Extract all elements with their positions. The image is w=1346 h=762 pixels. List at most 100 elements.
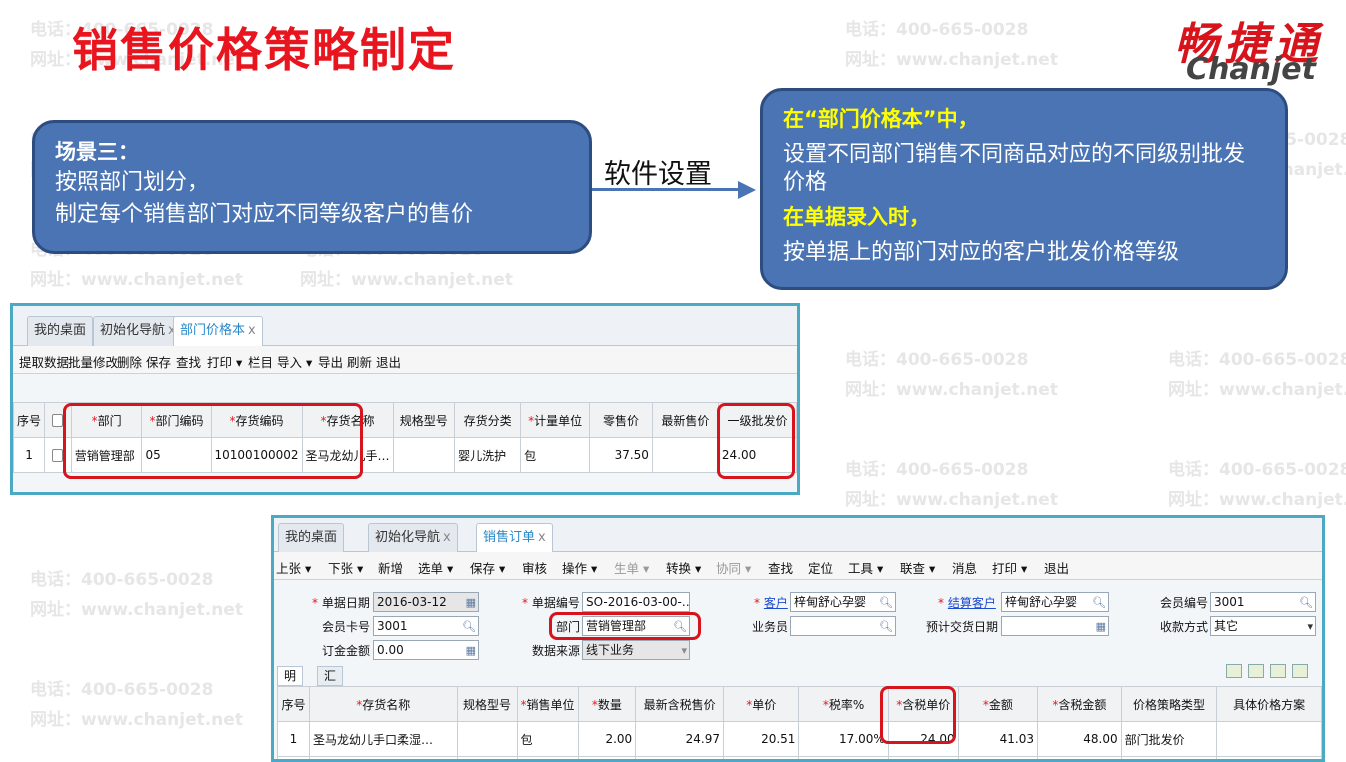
cell-price[interactable]: 20.51 — [723, 721, 800, 757]
calendar-icon[interactable]: ▦ — [466, 594, 476, 611]
search-icon[interactable]: 🔍︎ — [1092, 594, 1106, 611]
copy-icon[interactable] — [1226, 664, 1242, 678]
toolbar-select-button[interactable]: 选单 ▾ — [418, 558, 453, 577]
chevron-down-icon[interactable]: ▾ — [681, 642, 687, 659]
toolbar-message-button[interactable]: 消息 — [952, 558, 977, 577]
cell-inv-name[interactable]: 圣马龙幼儿手口柔湿… — [308, 721, 458, 757]
toolbar-save-button[interactable]: 保存 — [146, 352, 171, 371]
toolbar-save-button[interactable]: 保存 ▾ — [470, 558, 505, 577]
source-select[interactable]: 线下业务 ▾ — [582, 640, 690, 660]
watermark: 电话：400-665-0028网址：www.chanjet.net — [30, 570, 243, 620]
close-icon[interactable]: x — [443, 530, 451, 545]
customer-label[interactable]: * 客户 — [754, 594, 788, 611]
member-card-field[interactable]: 3001 🔍︎ — [373, 616, 479, 636]
tab-summary[interactable]: 汇总 — [317, 666, 344, 701]
slide-title: 销售价格策略制定 — [72, 23, 456, 77]
table-row[interactable]: 1 圣马龙幼儿手口柔湿… 包 2.00 24.97 20.51 17.00% 2… — [277, 721, 1322, 757]
toolbar-refresh-button[interactable]: 刷新 — [347, 352, 372, 371]
search-icon[interactable]: 🔍︎ — [1299, 594, 1313, 611]
watermark: 电话：400-665-0028网址：www.chanjet.net — [845, 350, 1058, 400]
search-icon[interactable]: 🔍︎ — [879, 618, 893, 635]
tab-init-nav[interactable]: 初始化导航 x — [93, 316, 183, 346]
chevron-down-icon[interactable]: ▾ — [1307, 618, 1313, 635]
paste-icon[interactable] — [1248, 664, 1264, 678]
tab-dept-price-book[interactable]: 部门价格本 x — [173, 316, 263, 347]
tab-sales-order[interactable]: 销售订单 x — [476, 523, 553, 553]
delivery-date-field[interactable]: ▦ — [1001, 616, 1109, 636]
scenario-line-1: 按照部门划分， — [55, 170, 210, 195]
toolbar-print-button[interactable]: 打印 ▾ — [207, 352, 242, 371]
toolbar-collab-button[interactable]: 协同 ▾ — [716, 558, 751, 577]
payment-select[interactable]: 其它 ▾ — [1210, 616, 1316, 636]
toolbar-inquiry-button[interactable]: 联查 ▾ — [900, 558, 935, 577]
toolbar-find-button[interactable]: 查找 — [176, 352, 201, 371]
toolbar-exit-button[interactable]: 退出 — [376, 352, 401, 371]
close-icon[interactable]: x — [248, 323, 256, 338]
table-row[interactable]: 2 — [277, 756, 1322, 759]
cell-unit[interactable]: 包 — [520, 437, 591, 473]
toolbar-batch-edit-button[interactable]: 批量修改 — [68, 352, 118, 371]
search-icon[interactable]: 🔍︎ — [462, 618, 476, 635]
col-category: 存货分类 — [454, 402, 522, 438]
col-price: *单价 — [723, 686, 800, 722]
cell-qty[interactable]: 2.00 — [577, 721, 637, 757]
cell-retail[interactable]: 37.50 — [589, 437, 653, 473]
settings-icon[interactable] — [1292, 664, 1308, 678]
toolbar-print-button[interactable]: 打印 ▾ — [992, 558, 1027, 577]
cell-latest-tax-price[interactable]: 24.97 — [635, 721, 725, 757]
toolbar-next-button[interactable]: 下张 ▾ — [328, 558, 363, 577]
watermark: 电话：400-665-0028网址：www.chanjet.net — [30, 680, 243, 730]
date-label: * 单据日期 — [312, 596, 370, 610]
cell-spec[interactable] — [456, 721, 518, 757]
toolbar-extract-button[interactable]: 提取数据 — [19, 352, 69, 371]
tab-init-nav[interactable]: 初始化导航 x — [368, 523, 458, 552]
scenario-bubble: 场景三： 按照部门划分， 制定每个销售部门对应不同等级客户的售价 — [32, 120, 592, 254]
cell-tax-rate[interactable]: 17.00% — [798, 721, 889, 757]
excel-icon[interactable] — [1270, 664, 1286, 678]
toolbar-generate-button[interactable]: 生单 ▾ — [614, 558, 649, 577]
toolbar-audit-button[interactable]: 审核 — [522, 558, 547, 577]
cell-tax-amount[interactable]: 48.00 — [1037, 721, 1122, 757]
arrow-line — [592, 188, 740, 191]
cell-latest[interactable] — [651, 437, 719, 473]
toolbar-delete-button[interactable]: 删除 — [117, 352, 142, 371]
toolbar-import-button[interactable]: 导入 ▾ — [277, 352, 312, 371]
col-tax-amount: *含税金额 — [1037, 686, 1122, 722]
col-unit: *计量单位 — [520, 402, 591, 438]
tab-desktop[interactable]: 我的桌面 — [27, 316, 94, 346]
order-no-field[interactable]: SO-2016-03-00-… — [582, 592, 690, 612]
toolbar-prev-button[interactable]: 上张 ▾ — [276, 558, 311, 577]
member-no-field[interactable]: 3001 🔍︎ — [1210, 592, 1316, 612]
toolbar-locate-button[interactable]: 定位 — [808, 558, 833, 577]
cell-strategy[interactable]: 部门批发价 — [1120, 721, 1218, 757]
cell-category[interactable]: 婴儿洗护 — [454, 437, 522, 473]
close-icon[interactable]: x — [538, 530, 546, 545]
toolbar-convert-button[interactable]: 转换 ▾ — [666, 558, 701, 577]
toolbar-tools-button[interactable]: 工具 ▾ — [848, 558, 883, 577]
cell-spec[interactable] — [392, 437, 456, 473]
tab-detail[interactable]: 明细 — [277, 666, 304, 701]
setting-text-1: 设置不同部门销售不同商品对应的不同级别批发价格 — [783, 142, 1246, 195]
tab-desktop[interactable]: 我的桌面 — [278, 523, 345, 552]
toolbar-find-button[interactable]: 查找 — [768, 558, 793, 577]
deposit-field[interactable]: 0.00 ▦ — [373, 640, 479, 660]
customer-field[interactable]: 梓甸舒心孕婴 🔍︎ — [790, 592, 896, 612]
cell-amount[interactable]: 41.03 — [957, 721, 1039, 757]
col-strategy: 价格策略类型 — [1120, 686, 1218, 722]
toolbar-exit-button[interactable]: 退出 — [1044, 558, 1069, 577]
settle-customer-field[interactable]: 梓甸舒心孕婴 🔍︎ — [1001, 592, 1109, 612]
cell-plan[interactable] — [1216, 721, 1322, 757]
salesperson-field[interactable]: 🔍︎ — [790, 616, 896, 636]
highlight-box — [63, 403, 363, 479]
settle-customer-label[interactable]: * 结算客户 — [938, 594, 996, 611]
toolbar-export-button[interactable]: 导出 — [318, 352, 343, 371]
salesperson-label: 业务员 — [752, 620, 789, 634]
toolbar-operate-button[interactable]: 操作 ▾ — [562, 558, 597, 577]
calculator-icon[interactable]: ▦ — [466, 642, 476, 659]
search-icon[interactable]: 🔍︎ — [879, 594, 893, 611]
cell-unit[interactable]: 包 — [516, 721, 579, 757]
toolbar-columns-button[interactable]: 栏目 — [248, 352, 273, 371]
toolbar-new-button[interactable]: 新增 — [378, 558, 403, 577]
date-field[interactable]: 2016-03-12 ▦ — [373, 592, 479, 612]
calendar-icon[interactable]: ▦ — [1096, 618, 1106, 635]
